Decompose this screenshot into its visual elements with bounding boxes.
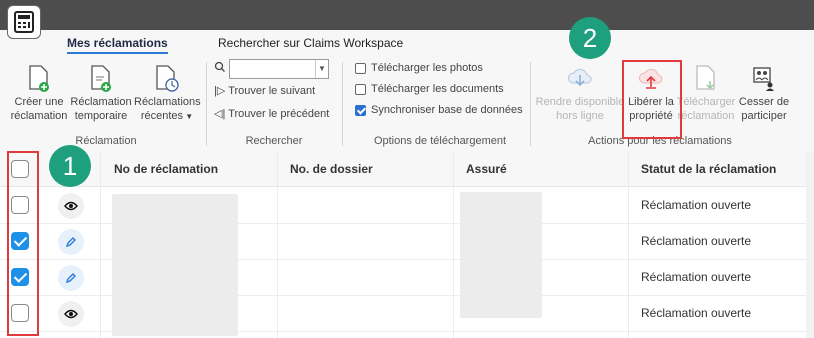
search-input[interactable]: ▼ xyxy=(229,59,329,79)
claim-status: Réclamation ouverte xyxy=(641,234,752,248)
download-documents-checkbox[interactable]: Télécharger les documents xyxy=(355,83,504,95)
temporary-claim-label-2: temporaire xyxy=(74,110,128,122)
column-claim-number[interactable]: No de réclamation xyxy=(114,152,218,186)
stop-participating-label-2: participer xyxy=(741,110,787,122)
create-claim-label-2: réclamation xyxy=(10,110,68,122)
column-claim-status[interactable]: Statut de la réclamation xyxy=(641,152,776,186)
checkbox-box[interactable] xyxy=(355,104,366,116)
find-previous-icon: ◁| xyxy=(214,108,229,120)
pencil-icon[interactable] xyxy=(58,265,84,291)
cloud-download-icon xyxy=(567,68,592,87)
group-label-search: Rechercher xyxy=(245,135,303,147)
download-document-icon xyxy=(696,65,715,90)
create-claim-button[interactable]: Créer une réclamation xyxy=(10,65,68,123)
scrollbar[interactable] xyxy=(806,152,814,338)
chevron-down-icon[interactable]: ▼ xyxy=(315,60,328,78)
stop-participating-button[interactable]: Cesser de participer xyxy=(736,65,792,123)
create-claim-label-1: Créer une xyxy=(14,96,64,108)
find-next-label: Trouver le suivant xyxy=(228,85,316,97)
make-offline-label-2: hors ligne xyxy=(556,110,604,122)
checkbox-column-highlight xyxy=(7,151,39,336)
new-document-icon xyxy=(29,65,49,92)
find-previous-button[interactable]: ◁| Trouver le précédent xyxy=(214,107,329,120)
ribbon-divider xyxy=(206,62,207,146)
download-claim-button[interactable]: Télécharger réclamation xyxy=(676,65,736,123)
download-documents-label: Télécharger les documents xyxy=(371,83,504,95)
callout-badge-1: 1 xyxy=(49,145,91,187)
checkbox-box[interactable] xyxy=(355,62,366,74)
column-insured[interactable]: Assuré xyxy=(466,152,507,186)
ribbon: Créer une réclamation Réclamation tempor… xyxy=(0,56,814,153)
eye-icon[interactable] xyxy=(58,193,84,219)
calculator-icon[interactable] xyxy=(8,6,40,38)
table-header: No de réclamation No. de dossier Assuré … xyxy=(0,152,814,187)
tab-search-workspace[interactable]: Rechercher sur Claims Workspace xyxy=(218,36,403,50)
claim-status: Réclamation ouverte xyxy=(641,270,752,284)
group-label-download-options: Options de téléchargement xyxy=(373,135,507,147)
sync-database-label: Synchroniser base de données xyxy=(371,104,523,116)
redacted-claim-numbers xyxy=(112,194,238,336)
tab-bar: Mes réclamations Rechercher sur Claims W… xyxy=(0,30,814,56)
redacted-insured-names xyxy=(460,192,542,318)
make-offline-button[interactable]: Rendre disponible hors ligne xyxy=(535,65,625,123)
find-next-button[interactable]: |▷ Trouver le suivant xyxy=(214,84,315,97)
chevron-down-icon: ▼ xyxy=(183,112,194,121)
claim-status: Réclamation ouverte xyxy=(641,198,752,212)
download-claim-label-2: réclamation xyxy=(677,110,735,122)
temporary-claim-label-1: Réclamation xyxy=(70,96,132,108)
recent-claims-label-1: Réclamations xyxy=(134,96,201,108)
participants-icon xyxy=(753,67,774,91)
column-file-number[interactable]: No. de dossier xyxy=(290,152,373,186)
sync-database-checkbox[interactable]: Synchroniser base de données xyxy=(355,104,523,116)
claim-status: Réclamation ouverte xyxy=(641,306,752,320)
temporary-document-icon xyxy=(91,65,111,92)
temporary-claim-button[interactable]: Réclamation temporaire xyxy=(70,65,132,123)
download-photos-label: Télécharger les photos xyxy=(371,62,483,74)
claims-table: No de réclamation No. de dossier Assuré … xyxy=(0,152,814,338)
recent-claims-button[interactable]: Réclamations récentes ▼ xyxy=(134,65,201,124)
stop-participating-label-1: Cesser de xyxy=(738,96,790,108)
eye-icon[interactable] xyxy=(58,301,84,327)
recent-documents-icon xyxy=(156,65,179,92)
ribbon-divider xyxy=(342,62,343,146)
title-bar xyxy=(0,0,814,30)
make-offline-label-1: Rendre disponible xyxy=(535,96,625,108)
download-photos-checkbox[interactable]: Télécharger les photos xyxy=(355,62,483,74)
ribbon-divider xyxy=(530,62,531,146)
find-previous-label: Trouver le précédent xyxy=(228,108,330,120)
download-claim-label-1: Télécharger xyxy=(676,96,736,108)
checkbox-box[interactable] xyxy=(355,83,366,95)
search-icon xyxy=(214,61,226,76)
find-next-icon: |▷ xyxy=(214,85,229,97)
callout-badge-2: 2 xyxy=(569,17,611,59)
pencil-icon[interactable] xyxy=(58,229,84,255)
tab-my-claims[interactable]: Mes réclamations xyxy=(67,36,168,54)
recent-claims-label-2: récentes xyxy=(140,110,184,122)
release-property-highlight xyxy=(622,60,682,139)
